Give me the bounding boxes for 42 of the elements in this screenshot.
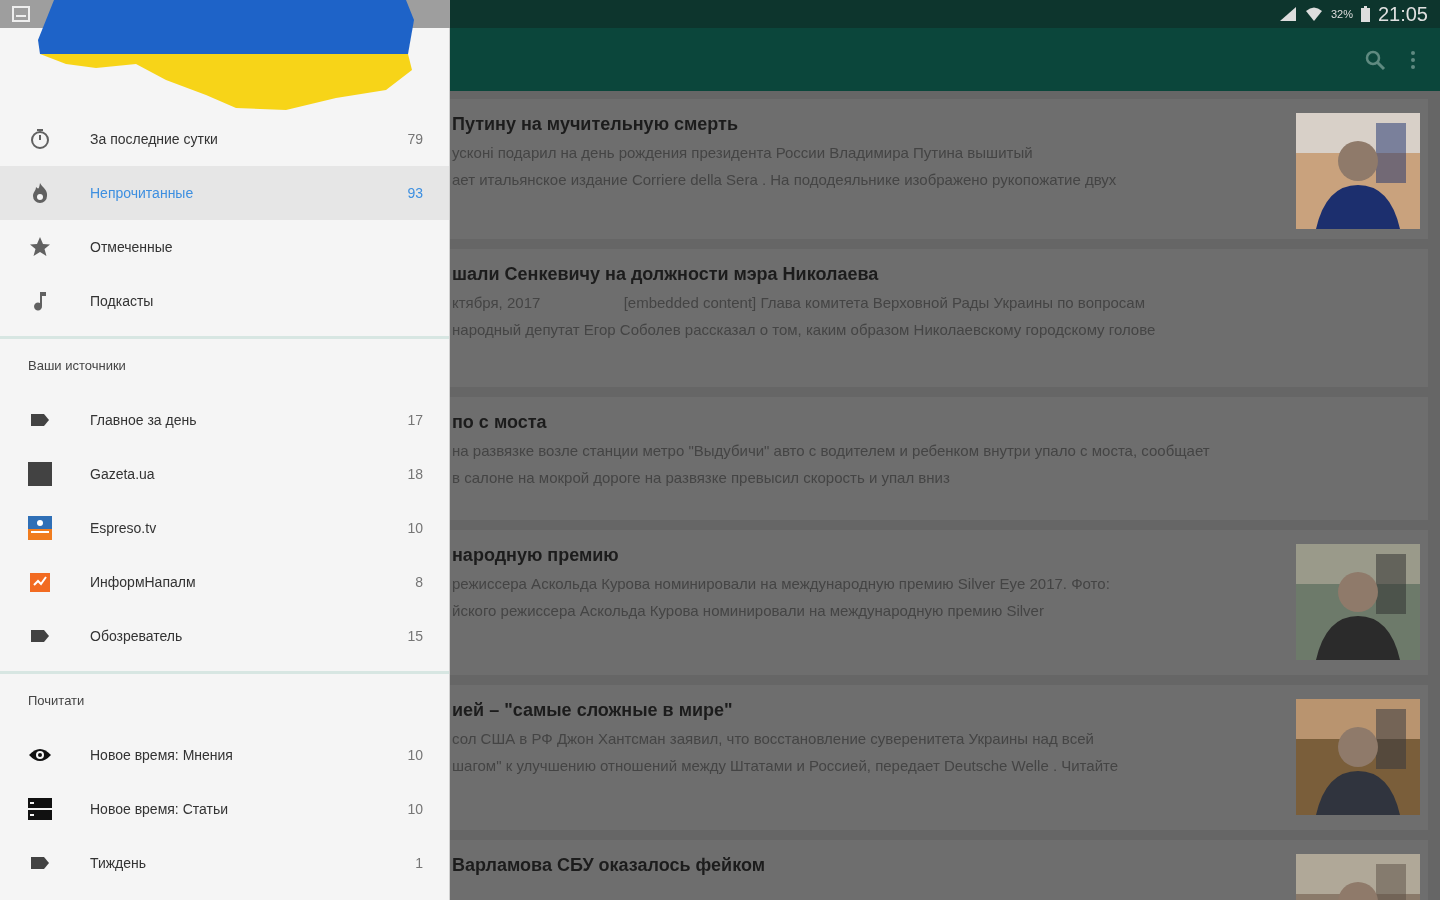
battery-percent: 32% xyxy=(1330,6,1353,22)
square-icon xyxy=(28,462,52,486)
article-title: Варламова СБУ оказалось фейком xyxy=(452,854,767,877)
item-label: Новое время: Мнения xyxy=(90,745,234,765)
item-count: 15 xyxy=(407,626,423,646)
item-count: 17 xyxy=(407,410,423,430)
item-label: Espreso.tv xyxy=(90,518,158,538)
item-count: 18 xyxy=(407,464,423,484)
item-count: 8 xyxy=(415,572,423,592)
item-label: Новое время: Статьи xyxy=(90,799,229,819)
list-icon xyxy=(28,797,52,821)
search-icon[interactable] xyxy=(1364,48,1386,71)
notification-icon xyxy=(12,6,30,22)
item-count: 10 xyxy=(407,745,423,765)
section-header: Ваши источники xyxy=(27,357,127,376)
item-label: Тиждень xyxy=(90,853,148,873)
article-title: народную премию xyxy=(452,544,620,567)
item-label: Отмеченные xyxy=(90,237,174,257)
article-title: ией – "самые сложные в мире" xyxy=(452,699,734,722)
section-header: Почитати xyxy=(27,692,86,711)
item-label: Подкасты xyxy=(90,291,155,311)
item-count: 1 xyxy=(415,853,423,873)
signal-icon xyxy=(1278,6,1297,22)
stopwatch-icon xyxy=(28,127,52,151)
item-count: 10 xyxy=(407,518,423,538)
article-title: по с моста xyxy=(452,411,548,434)
item-label: ИнформНапалм xyxy=(90,572,197,592)
item-count: 79 xyxy=(407,129,423,149)
article-card[interactable] xyxy=(450,249,1428,387)
item-label: Обозреватель xyxy=(90,626,184,646)
item-label: Gazeta.ua xyxy=(90,464,156,484)
article-title: Путину на мучительную смерть xyxy=(452,113,739,136)
item-label: Главное за день xyxy=(90,410,198,430)
more-options-icon[interactable] xyxy=(1410,49,1416,70)
battery-icon xyxy=(1360,6,1370,22)
item-label: Непрочитанные xyxy=(90,183,195,203)
item-count: 10 xyxy=(407,799,423,819)
item-label: За последние сутки xyxy=(90,129,219,149)
wifi-icon xyxy=(1304,6,1323,22)
item-count: 93 xyxy=(407,183,423,203)
clock: 21:05 xyxy=(1377,2,1428,27)
article-title: шали Сенкевичу на должности мэра Николаева xyxy=(452,263,880,286)
